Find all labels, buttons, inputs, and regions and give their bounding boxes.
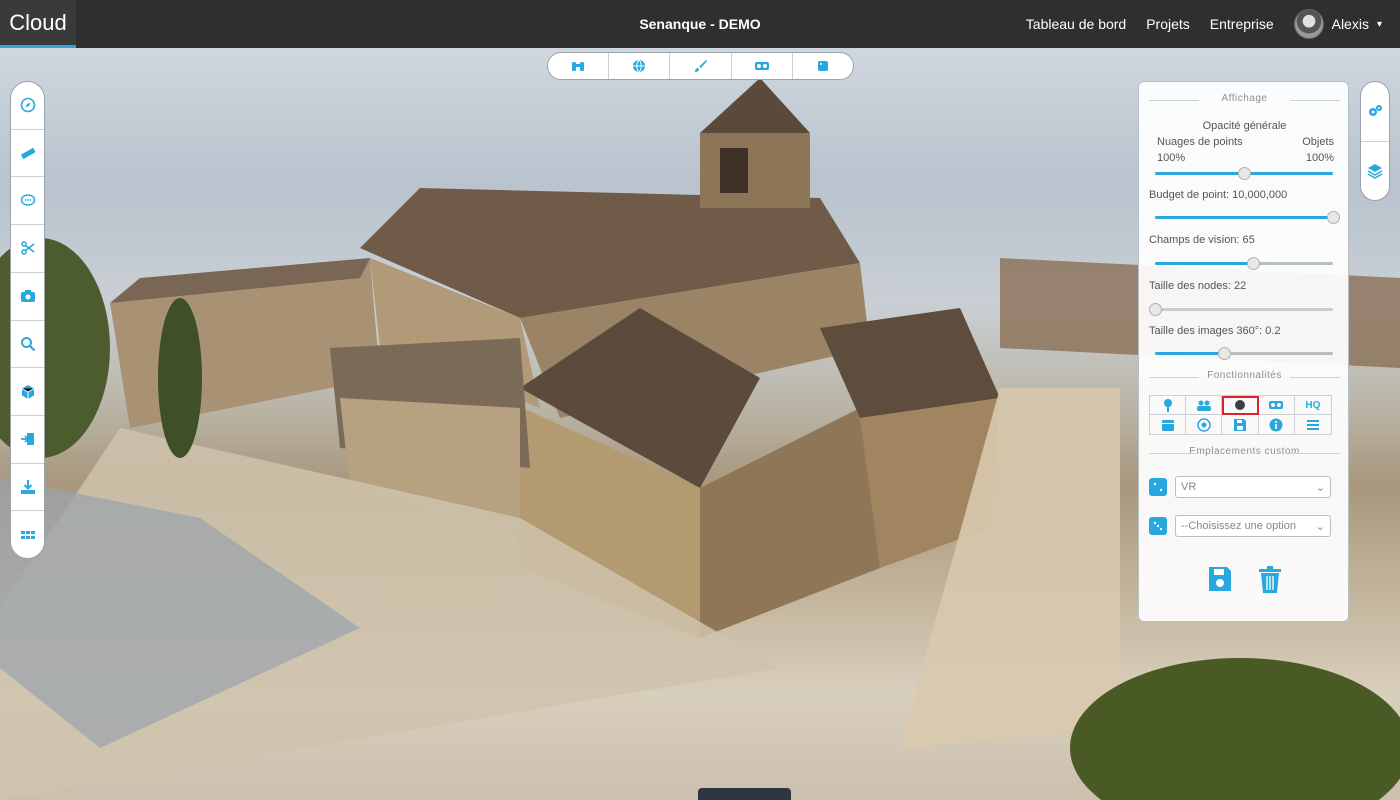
brush-icon: [694, 60, 707, 72]
chevron-down-icon: ⌄: [1315, 481, 1325, 494]
nav-item-entreprise[interactable]: Entreprise: [1210, 16, 1274, 32]
comment-icon: [20, 194, 35, 206]
cogs-icon: [1369, 105, 1382, 117]
list-icon: [1306, 419, 1319, 430]
ruler-icon: [20, 147, 36, 160]
panel-actions: [1139, 566, 1350, 597]
square-button[interactable]: [793, 53, 853, 79]
vr-icon: [1269, 401, 1284, 409]
avatar: [1293, 9, 1324, 39]
brush-button[interactable]: [670, 53, 732, 79]
clip-button[interactable]: [11, 225, 44, 273]
point-budget-slider[interactable]: [1155, 211, 1340, 225]
globe-icon: [633, 59, 646, 73]
download-button[interactable]: [11, 464, 44, 512]
chevron-down-icon: ▾: [1376, 18, 1382, 30]
right-toolbar: [1360, 81, 1390, 201]
settings-button[interactable]: [1361, 82, 1389, 142]
info-icon: [1269, 418, 1283, 431]
custom-location-select-2[interactable]: --Choisissez une option ⌄: [1175, 515, 1331, 537]
search-button[interactable]: [11, 321, 44, 369]
layers-button[interactable]: [1361, 142, 1389, 201]
opacity-left-label: Nuages de points: [1157, 136, 1243, 148]
feature-marker[interactable]: [1150, 396, 1187, 415]
calendar-icon: [1161, 419, 1174, 431]
grid-icon: [20, 530, 35, 539]
feature-point-mode[interactable]: [1222, 396, 1259, 415]
custom-location-row-2: --Choisissez une option ⌄: [1149, 514, 1331, 538]
point-budget-label: Budget de point: 10,000,000: [1149, 189, 1288, 201]
chevron-down-icon: ⌄: [1315, 520, 1325, 533]
download-icon: [20, 479, 35, 494]
dice-icon[interactable]: [1149, 478, 1167, 496]
user-name: Alexis: [1331, 16, 1369, 32]
feature-hq[interactable]: HQ: [1294, 396, 1331, 415]
top-toolbar: [547, 52, 854, 80]
custom-location-select-1[interactable]: VR ⌄: [1175, 476, 1331, 498]
globe-button[interactable]: [609, 53, 671, 79]
layers-icon: [1367, 163, 1383, 179]
top-bar: Cloud Senanque - DEMO Tableau de bord Pr…: [0, 0, 1400, 48]
search-icon: [20, 336, 35, 352]
node-size-label: Taille des nodes: 22: [1149, 280, 1247, 292]
binoculars-button[interactable]: [548, 53, 610, 79]
compass-button[interactable]: [11, 82, 44, 130]
feature-list[interactable]: [1295, 415, 1331, 434]
vr-button[interactable]: [732, 53, 793, 79]
cube-icon: [21, 384, 34, 399]
feature-users[interactable]: [1186, 396, 1223, 415]
image-size-slider[interactable]: [1155, 347, 1333, 361]
feature-save[interactable]: [1222, 415, 1259, 434]
fov-slider[interactable]: [1155, 257, 1333, 271]
circle-icon: [1234, 400, 1245, 410]
features-title: Fonctionnalités: [1149, 370, 1340, 381]
trash-icon: [1258, 566, 1281, 593]
save-icon: [1233, 418, 1246, 431]
camera-icon: [20, 290, 35, 303]
image-size-label: Taille des images 360°: 0.2: [1149, 325, 1281, 337]
opacity-right-value: 100%: [1305, 152, 1334, 164]
cube-button[interactable]: [11, 368, 44, 416]
features-grid: HQ: [1149, 395, 1332, 435]
binoculars-icon: [572, 62, 585, 71]
feature-calendar[interactable]: [1150, 415, 1187, 434]
annotation-button[interactable]: [11, 177, 44, 226]
target-icon: [1197, 417, 1211, 432]
user-menu[interactable]: Alexis ▾: [1293, 9, 1382, 39]
import-button[interactable]: [11, 416, 44, 464]
nav-item-projets[interactable]: Projets: [1146, 16, 1190, 32]
screenshot-button[interactable]: [11, 273, 44, 321]
settings-panel: Affichage Opacité générale Nuages de poi…: [1138, 81, 1349, 622]
feature-target[interactable]: [1186, 415, 1223, 434]
save-location-button[interactable]: [1208, 566, 1232, 597]
floppy-disk-icon: [1208, 567, 1231, 591]
opacity-left-value: 100%: [1157, 152, 1186, 164]
custom-locations-title: Emplacements custom: [1149, 446, 1340, 457]
bottom-drawer-handle[interactable]: [698, 788, 791, 800]
brand-logo[interactable]: Cloud: [0, 0, 76, 48]
compass-icon: [20, 98, 35, 113]
measure-button[interactable]: [11, 130, 44, 178]
custom-location-row-1: VR ⌄: [1149, 475, 1331, 499]
node-size-slider[interactable]: [1149, 303, 1333, 317]
grid-button[interactable]: [11, 511, 44, 558]
vr-headset-icon: [754, 62, 769, 70]
users-icon: [1196, 400, 1211, 411]
opacity-label: Opacité générale: [1202, 120, 1287, 132]
feature-info[interactable]: [1259, 415, 1295, 434]
affichage-title: Affichage: [1149, 93, 1340, 104]
left-toolbar: [10, 81, 45, 559]
nav-item-tableau-de-bord[interactable]: Tableau de bord: [1026, 16, 1126, 32]
main-nav: Tableau de bord Projets Entreprise Alexi…: [1026, 0, 1382, 48]
fov-label: Champs de vision: 65: [1149, 234, 1255, 246]
marker-icon: [1163, 399, 1172, 412]
feature-vr[interactable]: [1258, 396, 1295, 415]
opacity-right-label: Objets: [1302, 136, 1334, 148]
import-icon: [20, 433, 34, 446]
dice-icon[interactable]: [1149, 517, 1167, 535]
scissors-icon: [20, 241, 34, 256]
square-icon: [817, 61, 828, 71]
delete-location-button[interactable]: [1258, 566, 1282, 597]
opacity-slider[interactable]: [1155, 167, 1333, 181]
